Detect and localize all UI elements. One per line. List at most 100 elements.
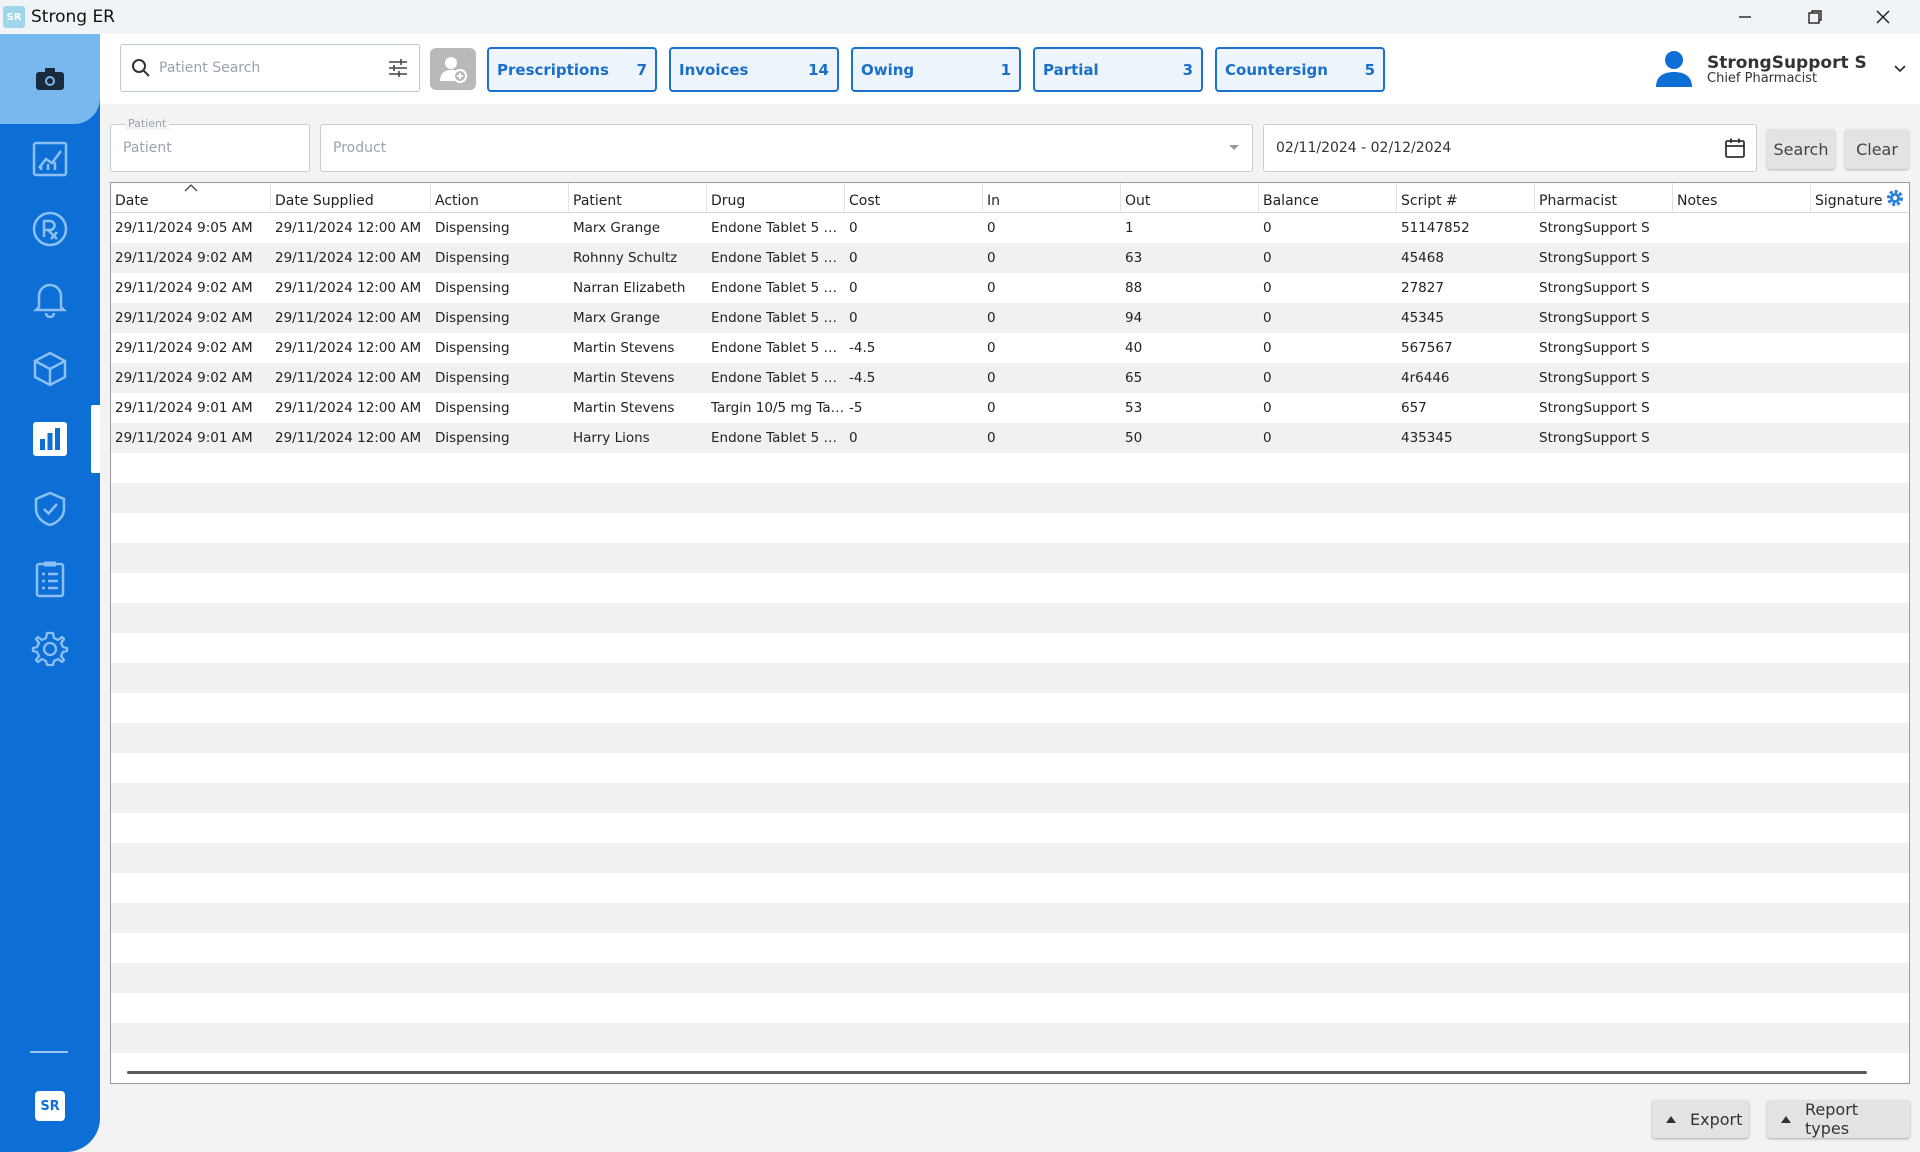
cell-action: Dispensing: [435, 220, 510, 236]
column-header-cost[interactable]: Cost: [845, 183, 983, 213]
sidebar-item-compliance[interactable]: [0, 478, 100, 540]
cell-drug: Endone Tablet 5 mg: [711, 310, 845, 326]
sort-ascending-icon[interactable]: [184, 184, 198, 192]
search-button[interactable]: Search: [1767, 129, 1835, 169]
column-header-action[interactable]: Action: [431, 183, 569, 213]
cell-script: 4r6446: [1401, 370, 1450, 386]
empty-table-row: [111, 873, 1909, 903]
sidebar-item-prescriptions[interactable]: [0, 198, 100, 260]
cell-drug: Endone Tablet 5 mg: [711, 370, 845, 386]
add-patient-button[interactable]: [430, 48, 476, 90]
cell-drug: Endone Tablet 5 mg: [711, 430, 845, 446]
bell-icon: [33, 283, 67, 318]
product-select[interactable]: [320, 124, 1253, 172]
patient-filter-input[interactable]: [123, 140, 297, 156]
table-row[interactable]: 29/11/2024 9:02 AM 29/11/2024 12:00 AM Dis…: [111, 243, 1909, 273]
sidebar-item-registers[interactable]: [0, 548, 100, 610]
sidebar-item-inventory[interactable]: [0, 338, 100, 400]
column-header-balance[interactable]: Balance: [1259, 183, 1397, 213]
cell-patient: Martin Stevens: [573, 370, 675, 386]
table-row[interactable]: 29/11/2024 9:02 AM 29/11/2024 12:00 AM Dis…: [111, 333, 1909, 363]
table-row[interactable]: 29/11/2024 9:02 AM 29/11/2024 12:00 AM Dis…: [111, 363, 1909, 393]
cell-action: Dispensing: [435, 250, 510, 266]
cell-script: 657: [1401, 400, 1427, 416]
sidebar-item-camera[interactable]: [0, 34, 100, 124]
cell-date: 29/11/2024 9:02 AM: [115, 250, 253, 266]
column-header-out[interactable]: Out: [1121, 183, 1259, 213]
table-row[interactable]: 29/11/2024 9:02 AM 29/11/2024 12:00 AM Dis…: [111, 303, 1909, 333]
column-header-date-supplied[interactable]: Date Supplied: [271, 183, 431, 213]
horizontal-scrollbar[interactable]: [127, 1071, 1867, 1074]
sidebar-item-reports[interactable]: [0, 408, 100, 470]
prescriptions-button[interactable]: Prescriptions 7: [487, 47, 657, 92]
filter-sliders-icon[interactable]: [387, 57, 409, 79]
close-icon: [1876, 10, 1890, 24]
invoices-button[interactable]: Invoices 14: [669, 47, 839, 92]
clear-button[interactable]: Clear: [1845, 129, 1909, 169]
export-button[interactable]: Export: [1652, 1100, 1749, 1138]
cell-out: 53: [1125, 400, 1143, 416]
cell-in: 0: [987, 430, 996, 446]
column-settings-gear-icon[interactable]: [1885, 188, 1905, 208]
add-person-icon: [440, 57, 467, 83]
box-icon: [33, 351, 67, 387]
cell-out: 1: [1125, 220, 1134, 236]
cell-balance: 0: [1263, 370, 1272, 386]
date-range-field[interactable]: [1263, 124, 1757, 172]
cell-script: 45468: [1401, 250, 1444, 266]
cell-cost: 0: [849, 250, 858, 266]
cell-action: Dispensing: [435, 340, 510, 356]
sidebar-item-notifications[interactable]: [0, 268, 100, 330]
cell-date-supplied: 29/11/2024 12:00 AM: [275, 400, 422, 416]
empty-table-row: [111, 963, 1909, 993]
table-row[interactable]: 29/11/2024 9:02 AM 29/11/2024 12:00 AM Dis…: [111, 273, 1909, 303]
cell-drug: Endone Tablet 5 mg: [711, 250, 845, 266]
sidebar-item-analytics[interactable]: [0, 128, 100, 190]
cell-date-supplied: 29/11/2024 12:00 AM: [275, 430, 422, 446]
grid-rows: 29/11/2024 9:05 AM 29/11/2024 12:00 AM Dis…: [111, 213, 1909, 1053]
column-header-in[interactable]: In: [983, 183, 1121, 213]
report-types-button[interactable]: Report types: [1767, 1100, 1910, 1138]
cell-pharmacist: StrongSupport S: [1539, 430, 1650, 446]
product-input[interactable]: [333, 140, 1228, 156]
cell-cost: -4.5: [849, 340, 876, 356]
column-header-pharmacist[interactable]: Pharmacist: [1535, 183, 1673, 213]
cell-patient: Martin Stevens: [573, 400, 675, 416]
empty-table-row: [111, 843, 1909, 873]
cell-script: 27827: [1401, 280, 1444, 296]
user-menu[interactable]: StrongSupport S Chief Pharmacist: [1655, 46, 1907, 92]
table-row[interactable]: 29/11/2024 9:01 AM 29/11/2024 12:00 AM Dis…: [111, 393, 1909, 423]
sidebar-item-settings[interactable]: [0, 618, 100, 680]
cell-notes: [1673, 393, 1811, 423]
close-button[interactable]: [1848, 0, 1918, 34]
user-avatar-icon: [1656, 51, 1692, 87]
date-range-input[interactable]: [1276, 140, 1724, 156]
cell-in: 0: [987, 340, 996, 356]
cell-date-supplied: 29/11/2024 12:00 AM: [275, 250, 422, 266]
calendar-icon[interactable]: [1724, 137, 1746, 159]
owing-button[interactable]: Owing 1: [851, 47, 1021, 92]
user-role: Chief Pharmacist: [1707, 70, 1818, 86]
top-header: Prescriptions 7 Invoices 14 Owing 1 Part…: [100, 34, 1920, 104]
restore-button[interactable]: [1780, 0, 1850, 34]
countersign-button[interactable]: Countersign 5: [1215, 47, 1385, 92]
patient-filter-label: Patient: [125, 117, 170, 130]
cell-notes: [1673, 423, 1811, 453]
clipboard-list-icon: [35, 561, 65, 598]
partial-button[interactable]: Partial 3: [1033, 47, 1203, 92]
minimize-button[interactable]: [1710, 0, 1780, 34]
patient-search-input[interactable]: [159, 60, 387, 76]
column-header-drug[interactable]: Drug: [707, 183, 845, 213]
sidebar-footer-logo[interactable]: SR: [35, 1091, 65, 1121]
dropdown-arrow-icon[interactable]: [1228, 144, 1240, 152]
column-header-patient[interactable]: Patient: [569, 183, 707, 213]
chevron-down-icon[interactable]: [1893, 64, 1907, 74]
cell-out: 40: [1125, 340, 1143, 356]
cell-signature: [1811, 213, 1909, 243]
table-row[interactable]: 29/11/2024 9:01 AM 29/11/2024 12:00 AM Dis…: [111, 423, 1909, 453]
empty-table-row: [111, 663, 1909, 693]
column-header-script[interactable]: Script #: [1397, 183, 1535, 213]
table-row[interactable]: 29/11/2024 9:05 AM 29/11/2024 12:00 AM Dis…: [111, 213, 1909, 243]
cell-signature: [1811, 243, 1909, 273]
column-header-notes[interactable]: Notes: [1673, 183, 1811, 213]
